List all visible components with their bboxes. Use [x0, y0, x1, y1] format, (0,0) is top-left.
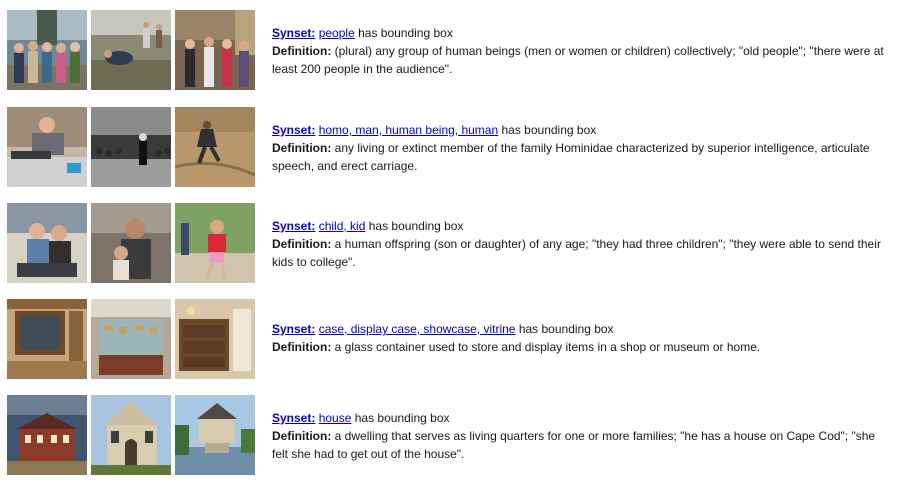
man-on-beach-thumbnail[interactable]	[175, 107, 255, 187]
group-photo-thumbnail[interactable]	[7, 10, 87, 90]
stone-house-thumbnail[interactable]	[91, 395, 171, 475]
child-running-thumbnail[interactable]	[175, 203, 255, 283]
definition-line: Definition: any living or extinct member…	[272, 139, 892, 175]
synset-label[interactable]: Synset:	[272, 123, 315, 137]
synset-text: Synset: house has bounding box Definitio…	[272, 409, 892, 463]
children-group-thumbnail[interactable]	[7, 203, 87, 283]
definition-text: any living or extinct member of the fami…	[272, 141, 870, 173]
man-reclining-thumbnail[interactable]	[7, 107, 87, 187]
synset-row-house: Synset: house has bounding box Definitio…	[0, 395, 898, 475]
synset-text: Synset: people has bounding box Definiti…	[272, 24, 892, 78]
house-on-water-thumbnail[interactable]	[175, 395, 255, 475]
people-in-field-thumbnail[interactable]	[91, 10, 171, 90]
synset-link[interactable]: people	[319, 26, 355, 40]
brick-house-thumbnail[interactable]	[7, 395, 87, 475]
synset-label[interactable]: Synset:	[272, 411, 315, 425]
definition-label: Definition:	[272, 429, 332, 443]
crowd-street-thumbnail[interactable]	[175, 10, 255, 90]
definition-label: Definition:	[272, 141, 332, 155]
definition-text: a glass container used to store and disp…	[334, 340, 761, 354]
synset-suffix: has bounding box	[358, 26, 453, 40]
definition-label: Definition:	[272, 237, 332, 251]
definition-line: Definition: a glass container used to st…	[272, 338, 892, 356]
dresser-thumbnail[interactable]	[175, 299, 255, 379]
synset-line: Synset: house has bounding box	[272, 409, 892, 427]
synset-suffix: has bounding box	[518, 322, 614, 336]
synset-line: Synset: child, kid has bounding box	[272, 217, 892, 235]
definition-line: Definition: a dwelling that serves as li…	[272, 427, 892, 463]
synset-link[interactable]: homo, man, human being, human	[319, 123, 498, 137]
glass-showcase-thumbnail[interactable]	[91, 299, 171, 379]
definition-text: a human offspring (son or daughter) of a…	[272, 237, 881, 269]
synset-row-people: Synset: people has bounding box Definiti…	[0, 10, 898, 90]
synset-suffix: has bounding box	[354, 411, 450, 425]
definition-line: Definition: (plural) any group of human …	[272, 42, 892, 78]
synset-link[interactable]: child, kid	[319, 219, 366, 233]
child-with-adult-thumbnail[interactable]	[91, 203, 171, 283]
definition-label: Definition:	[272, 44, 332, 58]
synset-label[interactable]: Synset:	[272, 26, 315, 40]
synset-suffix: has bounding box	[501, 123, 597, 137]
synset-suffix: has bounding box	[368, 219, 464, 233]
definition-text: a dwelling that serves as living quarter…	[272, 429, 876, 461]
synset-line: Synset: case, display case, showcase, vi…	[272, 320, 892, 338]
synset-text: Synset: child, kid has bounding box Defi…	[272, 217, 892, 271]
synset-row-human: Synset: homo, man, human being, human ha…	[0, 107, 898, 187]
synset-text: Synset: case, display case, showcase, vi…	[272, 320, 892, 356]
definition-line: Definition: a human offspring (son or da…	[272, 235, 892, 271]
wooden-cabinet-thumbnail[interactable]	[7, 299, 87, 379]
synset-link[interactable]: house	[319, 411, 352, 425]
synset-label[interactable]: Synset:	[272, 219, 315, 233]
synset-line: Synset: people has bounding box	[272, 24, 892, 42]
synset-label[interactable]: Synset:	[272, 322, 315, 336]
street-performer-thumbnail[interactable]	[91, 107, 171, 187]
synset-text: Synset: homo, man, human being, human ha…	[272, 121, 892, 175]
definition-text: (plural) any group of human beings (men …	[272, 44, 884, 76]
synset-row-showcase: Synset: case, display case, showcase, vi…	[0, 299, 898, 379]
synset-link[interactable]: case, display case, showcase, vitrine	[319, 322, 516, 336]
definition-label: Definition:	[272, 340, 332, 354]
synset-row-child: Synset: child, kid has bounding box Defi…	[0, 203, 898, 283]
synset-line: Synset: homo, man, human being, human ha…	[272, 121, 892, 139]
